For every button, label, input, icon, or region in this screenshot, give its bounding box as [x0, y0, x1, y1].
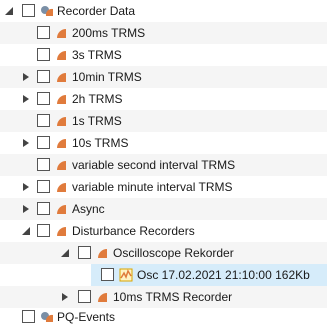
tree-row-recorder-data[interactable]: Recorder Data: [0, 0, 327, 22]
collapsed-arrow-icon[interactable]: [22, 139, 30, 147]
collapsed-arrow-icon[interactable]: [22, 95, 30, 103]
recorder-icon: [55, 158, 69, 172]
tree-row-disturbance-recorders[interactable]: Disturbance Recorders: [0, 220, 327, 242]
waveform-file-icon: [119, 268, 133, 282]
tree-label: Osc 17.02.2021 21:10:00 162Kb: [137, 268, 310, 282]
checkbox[interactable]: [37, 92, 50, 105]
tree-label: 10s TRMS: [72, 136, 129, 150]
tree-label: PQ-Events: [57, 310, 116, 324]
pq-events-icon: [40, 310, 54, 324]
tree-label: 1s TRMS: [72, 114, 122, 128]
checkbox[interactable]: [22, 310, 35, 323]
tree-row-oscilloscope-rekorder[interactable]: Oscilloscope Rekorder: [0, 242, 327, 264]
recorder-data-icon: [40, 4, 54, 18]
recorder-icon: [55, 180, 69, 194]
recorder-icon: [55, 202, 69, 216]
tree-row-3s-trms[interactable]: 3s TRMS: [0, 44, 327, 66]
expanded-arrow-icon[interactable]: [22, 227, 30, 235]
tree-label: 10min TRMS: [72, 70, 142, 84]
tree-label: 3s TRMS: [72, 48, 122, 62]
checkbox[interactable]: [37, 136, 50, 149]
recorder-icon: [55, 92, 69, 106]
collapsed-arrow-icon[interactable]: [22, 183, 30, 191]
tree-label: 2h TRMS: [72, 92, 123, 106]
tree-row-10s-trms[interactable]: 10s TRMS: [0, 132, 327, 154]
recorder-icon: [96, 290, 110, 304]
checkbox[interactable]: [101, 268, 114, 281]
checkbox[interactable]: [37, 26, 50, 39]
recorder-icon: [55, 136, 69, 150]
tree-label: Recorder Data: [57, 4, 136, 18]
collapsed-arrow-icon[interactable]: [22, 205, 30, 213]
recorder-icon: [55, 48, 69, 62]
checkbox[interactable]: [37, 114, 50, 127]
recorder-icon: [55, 70, 69, 84]
expanded-arrow-icon[interactable]: [61, 249, 69, 257]
checkbox[interactable]: [37, 202, 50, 215]
tree-row-pq-events[interactable]: PQ-Events: [0, 306, 327, 328]
tree-row-1s-trms[interactable]: 1s TRMS: [0, 110, 327, 132]
tree-label: variable second interval TRMS: [72, 158, 236, 172]
checkbox[interactable]: [37, 158, 50, 171]
tree-label: 10ms TRMS Recorder: [113, 290, 233, 304]
tree-row-10ms-trms-recorder[interactable]: 10ms TRMS Recorder: [0, 286, 327, 308]
tree-label: Disturbance Recorders: [72, 224, 195, 238]
checkbox-recorder-data[interactable]: [22, 4, 35, 17]
tree-label: 200ms TRMS: [72, 26, 146, 40]
tree-row-osc-file[interactable]: Osc 17.02.2021 21:10:00 162Kb: [91, 264, 327, 286]
tree-row-async[interactable]: Async: [0, 198, 327, 220]
tree-row-200ms-trms[interactable]: 200ms TRMS: [0, 22, 327, 44]
collapsed-arrow-icon[interactable]: [61, 293, 69, 301]
tree-label: Async: [72, 202, 105, 216]
tree-row-10min-trms[interactable]: 10min TRMS: [0, 66, 327, 88]
collapsed-arrow-icon[interactable]: [22, 73, 30, 81]
tree-label: Oscilloscope Rekorder: [113, 246, 234, 260]
checkbox[interactable]: [78, 290, 91, 303]
checkbox[interactable]: [37, 70, 50, 83]
tree-row-variable-minute-interval-trms[interactable]: variable minute interval TRMS: [0, 176, 327, 198]
recorder-icon: [55, 224, 69, 238]
recorder-icon: [96, 246, 110, 260]
checkbox[interactable]: [78, 246, 91, 259]
tree-row-variable-second-interval-trms[interactable]: variable second interval TRMS: [0, 154, 327, 176]
tree-label: variable minute interval TRMS: [72, 180, 233, 194]
checkbox[interactable]: [37, 224, 50, 237]
checkbox[interactable]: [37, 48, 50, 61]
recorder-icon: [55, 26, 69, 40]
tree-row-2h-trms[interactable]: 2h TRMS: [0, 88, 327, 110]
recorder-icon: [55, 114, 69, 128]
checkbox[interactable]: [37, 180, 50, 193]
expanded-arrow-icon[interactable]: [5, 7, 13, 15]
